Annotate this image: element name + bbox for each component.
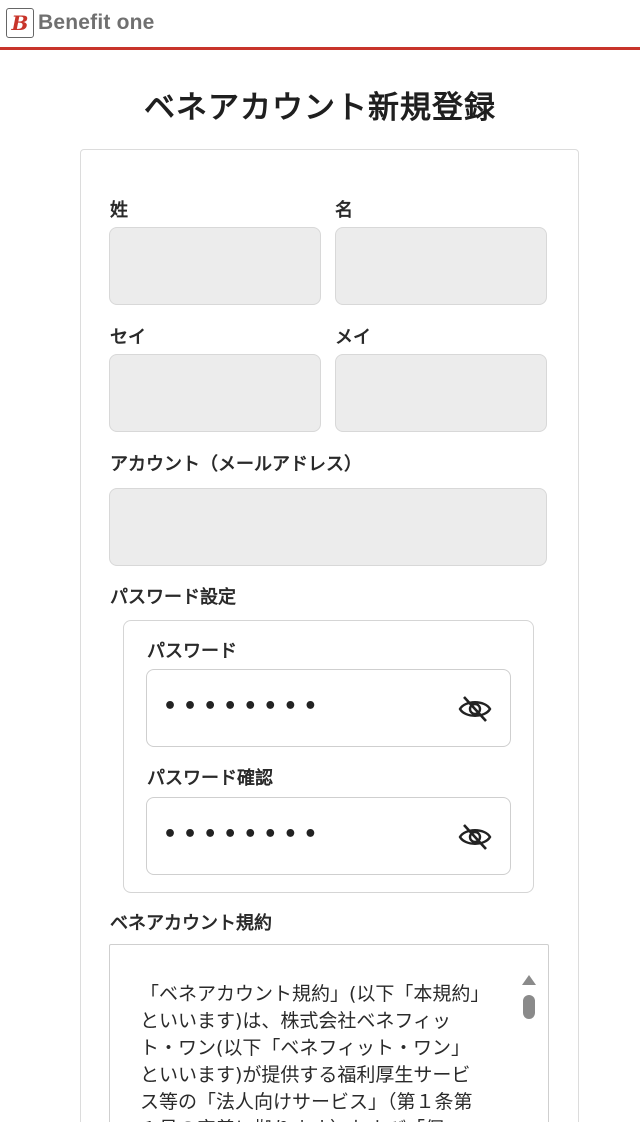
password-value: •••••••• (163, 694, 324, 719)
last-name-kana-input[interactable] (109, 354, 321, 432)
scroll-up-arrow-icon[interactable] (522, 975, 536, 985)
first-name-kana-label: メイ (335, 327, 371, 348)
terms-label: ベネアカウント規約 (110, 913, 272, 934)
password-section-label: パスワード設定 (110, 587, 236, 608)
page-title: ベネアカウント新規登録 (144, 90, 496, 126)
account-email-label: アカウント（メールアドレス） (110, 454, 362, 475)
terms-text: 「ベネアカウント規約」(以下「本規約」といいます)は、株式会社ベネフィット・ワン… (140, 983, 480, 1122)
first-name-input[interactable] (335, 227, 547, 305)
password-label: パスワード (147, 641, 237, 662)
first-name-kana-input[interactable] (335, 354, 547, 432)
password-confirm-value: •••••••• (163, 822, 324, 847)
terms-scroll-box[interactable]: 「ベネアカウント規約」(以下「本規約」といいます)は、株式会社ベネフィット・ワン… (109, 944, 549, 1122)
last-name-label: 姓 (110, 200, 128, 221)
password-input[interactable]: •••••••• (146, 669, 511, 747)
logo-text: Benefit one (38, 11, 155, 34)
password-confirm-label: パスワード確認 (147, 768, 273, 789)
account-email-input[interactable] (109, 488, 547, 566)
benefit-one-logo[interactable]: B Benefit one (6, 6, 155, 40)
first-name-label: 名 (335, 200, 353, 221)
password-confirm-input[interactable]: •••••••• (146, 797, 511, 875)
logo-mark-icon: B (6, 8, 34, 38)
scrollbar-thumb[interactable] (523, 995, 535, 1019)
last-name-kana-label: セイ (110, 327, 146, 348)
eye-slash-icon[interactable] (458, 822, 492, 852)
eye-slash-icon[interactable] (458, 694, 492, 724)
last-name-input[interactable] (109, 227, 321, 305)
app-header: B Benefit one (0, 0, 640, 50)
